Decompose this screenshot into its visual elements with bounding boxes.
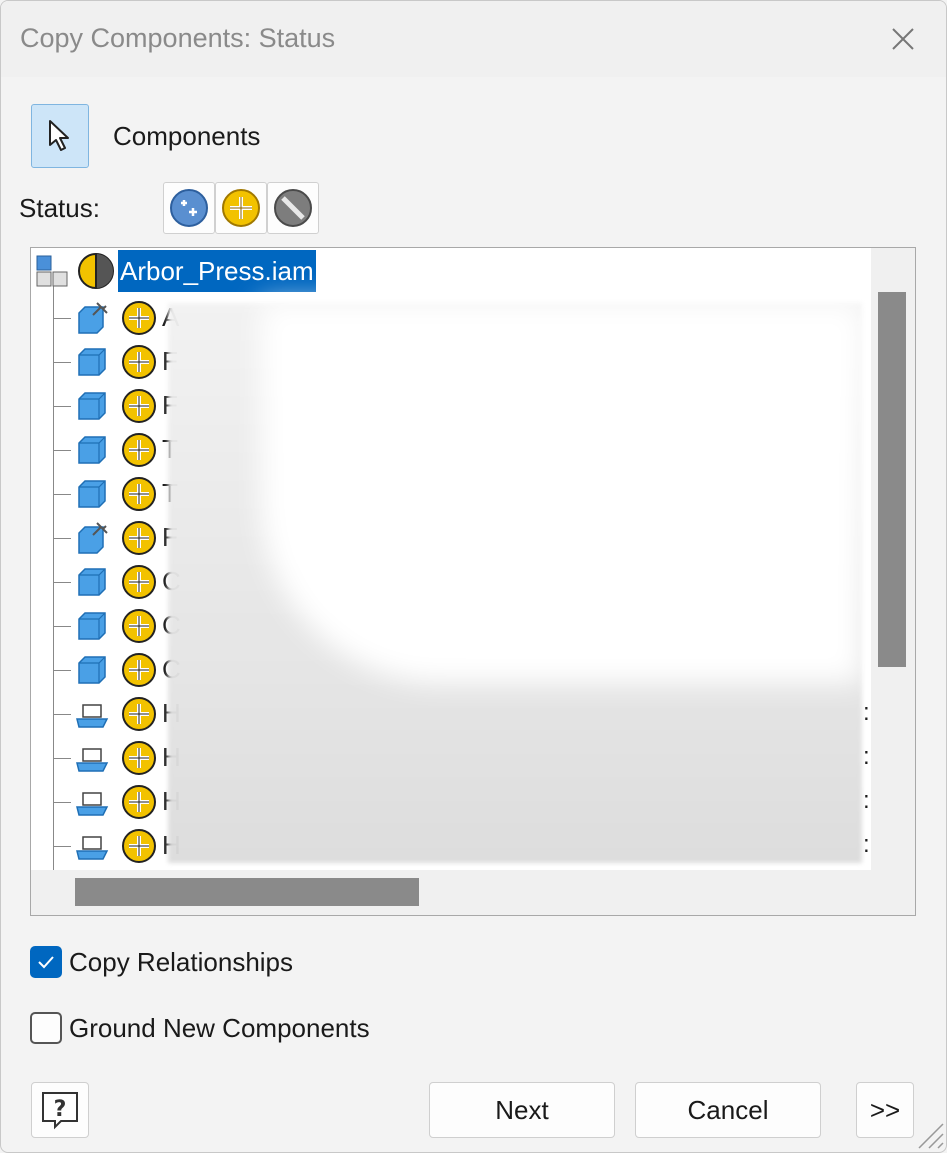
- copy-relationships-checkbox[interactable]: [30, 946, 62, 978]
- reuse-status-icon: [122, 697, 156, 731]
- tree-viewport: Arbor_Press.iam AFFTTFCCCH:H:H:H:: [31, 248, 871, 870]
- copy-status-icon: [170, 189, 208, 227]
- select-components-button[interactable]: [31, 104, 89, 168]
- tree-connector: [53, 362, 71, 363]
- help-icon: ?: [42, 1092, 78, 1130]
- content-center-part-icon: [76, 748, 109, 772]
- cancel-button[interactable]: Cancel: [635, 1082, 821, 1138]
- resize-grip-icon[interactable]: [911, 1116, 945, 1150]
- reuse-status-icon: [122, 829, 156, 863]
- tree-connector: [53, 582, 71, 583]
- reuse-status-icon: [122, 653, 156, 687]
- redacted-area-highlight: [261, 303, 862, 683]
- reuse-status-icon: [122, 565, 156, 599]
- part-icon: [78, 656, 106, 684]
- reuse-status-icon: [122, 433, 156, 467]
- svg-text:?: ?: [54, 1097, 67, 1122]
- tree-root-row[interactable]: Arbor_Press.iam: [31, 248, 871, 292]
- tree-connector: [53, 626, 71, 627]
- reuse-status-icon: [122, 345, 156, 379]
- tree-row-suffix: :: [863, 787, 870, 814]
- help-button[interactable]: ?: [31, 1082, 89, 1138]
- ground-new-components-checkbox[interactable]: [30, 1012, 62, 1044]
- reuse-status-icon: [122, 521, 156, 555]
- tree-connector: [53, 494, 71, 495]
- tree-connector: [53, 846, 71, 847]
- next-button[interactable]: Next: [429, 1082, 615, 1138]
- reuse-status-button[interactable]: [215, 182, 267, 234]
- tree-connector: [53, 802, 71, 803]
- content-center-part-icon: [76, 704, 109, 728]
- reuse-status-icon: [122, 741, 156, 775]
- close-button[interactable]: [879, 17, 927, 61]
- close-icon: [892, 28, 914, 50]
- tree-connector: [53, 758, 71, 759]
- subassembly-pinned-icon: [78, 522, 108, 554]
- components-label: Components: [113, 121, 261, 151]
- part-icon: [78, 480, 106, 508]
- subassembly-pinned-icon: [78, 302, 108, 334]
- assembly-icon: [36, 255, 68, 287]
- part-icon: [78, 568, 106, 596]
- tree-row-suffix: :: [863, 831, 870, 858]
- part-icon: [78, 348, 106, 376]
- tree-connector: [53, 318, 71, 319]
- part-icon: [78, 392, 106, 420]
- part-icon: [78, 436, 106, 464]
- reuse-status-icon: [122, 389, 156, 423]
- ground-new-components-label[interactable]: Ground New Components: [69, 1013, 370, 1044]
- reuse-status-icon: [122, 785, 156, 819]
- dialog-title: Copy Components: Status: [20, 23, 336, 53]
- tree-row-suffix: :: [863, 743, 870, 770]
- reuse-status-icon: [222, 189, 260, 227]
- reuse-status-icon: [122, 609, 156, 643]
- exclude-status-icon: [274, 189, 312, 227]
- component-tree[interactable]: Arbor_Press.iam AFFTTFCCCH:H:H:H:: [30, 247, 916, 916]
- cursor-arrow-icon: [49, 120, 69, 151]
- status-label: Status:: [19, 193, 100, 223]
- tree-connector: [53, 406, 71, 407]
- part-icon: [78, 612, 106, 640]
- content-center-part-icon: [76, 792, 109, 816]
- tree-connector: [53, 450, 71, 451]
- checkmark-icon: [38, 956, 54, 969]
- mixed-status-icon: [78, 253, 114, 289]
- tree-connector: [53, 714, 71, 715]
- tree-root-label[interactable]: Arbor_Press.iam: [118, 250, 316, 292]
- reuse-status-icon: [122, 301, 156, 335]
- horizontal-scrollbar-thumb[interactable]: [75, 878, 419, 906]
- content-center-part-icon: [76, 836, 109, 860]
- tree-row-suffix: :: [863, 699, 870, 726]
- tree-connector: [53, 670, 71, 671]
- copy-components-dialog: Copy Components: Status Components Statu…: [0, 0, 947, 1153]
- tree-connector: [53, 538, 71, 539]
- exclude-status-button[interactable]: [267, 182, 319, 234]
- copy-relationships-label[interactable]: Copy Relationships: [69, 947, 293, 978]
- copy-status-button[interactable]: [163, 182, 215, 234]
- vertical-scrollbar-thumb[interactable]: [878, 292, 906, 667]
- title-bar: Copy Components: Status: [1, 1, 946, 77]
- expand-button[interactable]: >>: [856, 1082, 914, 1138]
- reuse-status-icon: [122, 477, 156, 511]
